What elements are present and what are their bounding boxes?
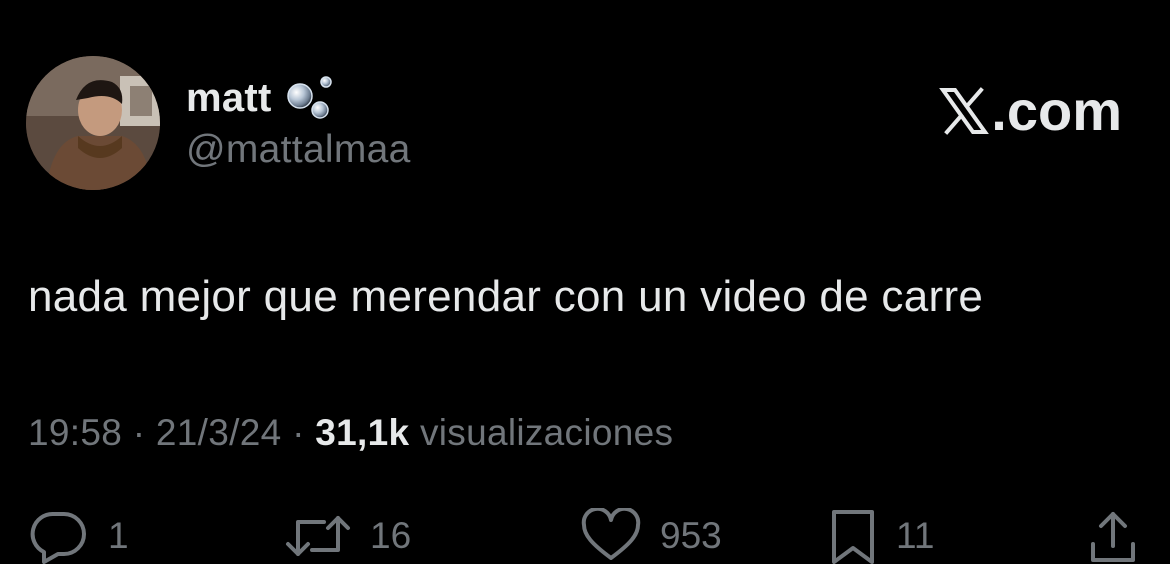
bookmark-count: 11 <box>896 515 935 556</box>
retweet-button[interactable]: 16 <box>284 508 411 564</box>
action-bar: 1 16 953 11 <box>0 500 1170 564</box>
bookmark-icon <box>832 510 874 564</box>
meta-separator: · <box>292 412 305 453</box>
x-logo-icon <box>939 86 990 135</box>
avatar-photo <box>26 56 160 190</box>
heart-icon <box>581 508 641 560</box>
like-button[interactable]: 953 <box>580 508 722 564</box>
reply-count: 1 <box>108 515 129 556</box>
views-label: visualizaciones <box>419 412 674 453</box>
display-name[interactable]: matt <box>186 76 272 121</box>
tweet-time[interactable]: 19:58 <box>28 412 122 453</box>
like-count: 953 <box>660 515 722 556</box>
tweet-date[interactable]: 21/3/24 <box>156 412 282 453</box>
retweet-count: 16 <box>370 515 412 556</box>
bubbles-icon <box>286 76 332 119</box>
tweet-text: nada mejor que merendar con un video de … <box>28 272 984 321</box>
user-handle[interactable]: @mattalmaa <box>186 128 411 172</box>
avatar[interactable] <box>26 56 160 190</box>
tweet-meta: 19:58 · 21/3/24 · 31,1k visualizaciones <box>28 412 673 454</box>
bookmark-button[interactable]: 11 <box>828 508 934 564</box>
views-count: 31,1k <box>315 412 410 453</box>
reply-button[interactable]: 1 <box>28 508 129 564</box>
meta-separator: · <box>132 412 146 453</box>
share-button[interactable] <box>1088 508 1138 564</box>
share-icon <box>1091 512 1135 562</box>
brand-suffix: .com <box>991 79 1122 142</box>
display-name-row: matt <box>186 72 336 124</box>
brand-logo: .com <box>939 78 1122 143</box>
retweet-icon <box>286 516 350 556</box>
reply-icon <box>30 511 86 564</box>
